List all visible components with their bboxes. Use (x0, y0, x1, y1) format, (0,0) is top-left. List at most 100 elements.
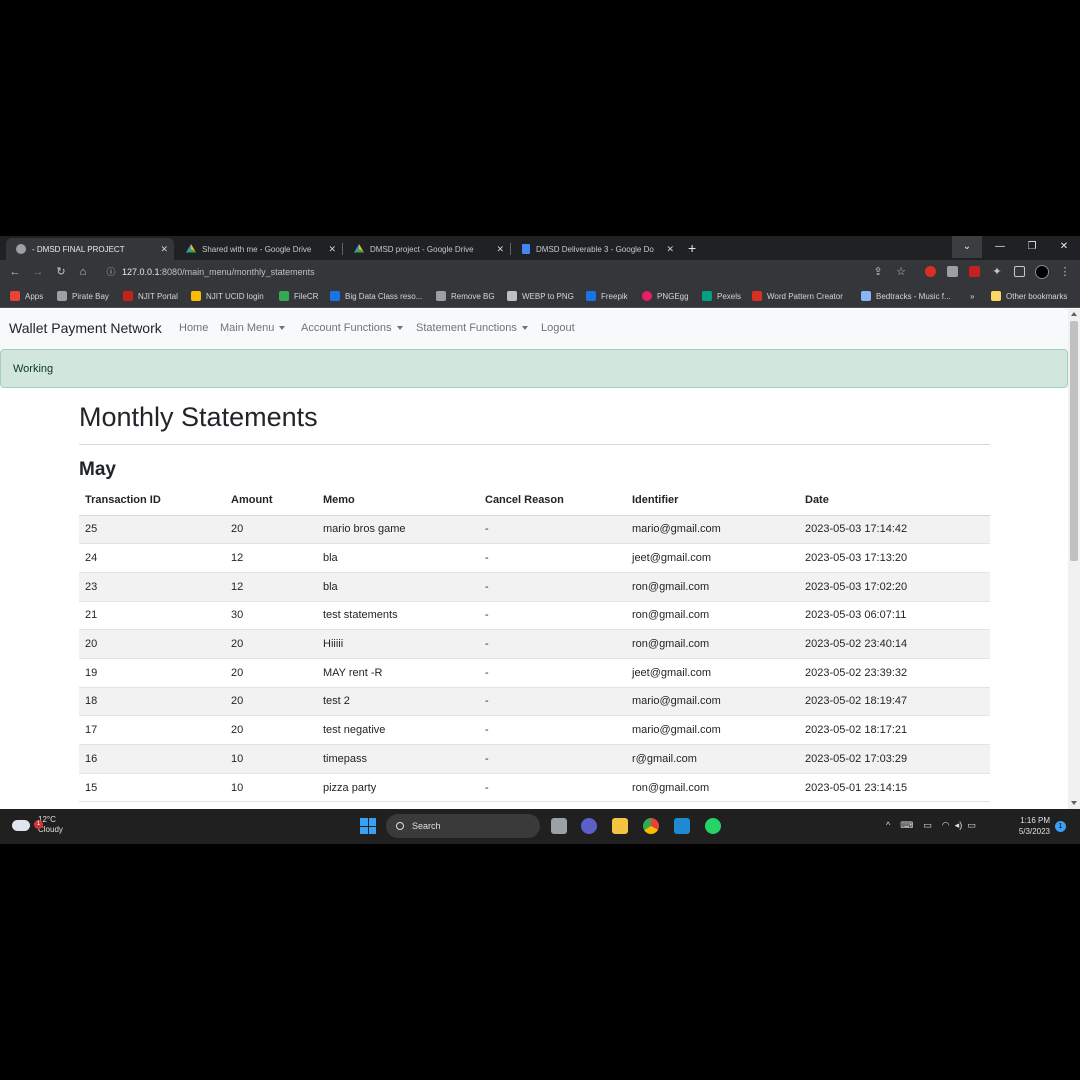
home-icon[interactable]: ⌂ (74, 263, 92, 281)
extension-icon[interactable] (925, 266, 936, 277)
task-view-icon[interactable] (551, 818, 567, 834)
tab-label: Shared with me - Google Drive (202, 244, 312, 254)
extensions-puzzle-icon[interactable]: ✦ (988, 263, 1006, 281)
vscode-icon[interactable] (674, 818, 690, 834)
file-explorer-icon[interactable] (612, 818, 628, 834)
close-icon[interactable]: ✕ (328, 244, 336, 255)
clock-date: 5/3/2023 (1018, 827, 1050, 836)
extension-icon[interactable] (969, 266, 980, 277)
nav-statement-functions-dropdown[interactable]: Statement Functions (416, 322, 528, 334)
system-tray[interactable]: ^ ⌨ ▭ ◠ ◂) ▭ (886, 820, 976, 831)
side-panel-icon[interactable] (1014, 266, 1025, 277)
tab-dmsd-deliverable[interactable]: DMSD Deliverable 3 - Google Do ✕ (512, 238, 680, 260)
minimize-button[interactable]: — (984, 236, 1016, 258)
bookmark-big-data[interactable]: Big Data Class reso... (330, 289, 422, 303)
chrome-icon[interactable] (643, 818, 659, 834)
keyboard-icon[interactable]: ⌨ (900, 820, 913, 830)
navbar-brand[interactable]: Wallet Payment Network (9, 320, 162, 336)
bookmark-label: Apps (25, 291, 44, 301)
volume-icon[interactable]: ◂) (955, 820, 963, 830)
bookmark-label: Bedtracks - Music f... (876, 291, 951, 301)
table-cell: - (479, 572, 626, 602)
close-icon[interactable]: ✕ (496, 244, 504, 255)
nav-main-menu-dropdown[interactable]: Main Menu (220, 322, 286, 334)
chevron-up-icon[interactable]: ^ (886, 820, 890, 830)
bookmark-apps[interactable]: Apps (10, 289, 43, 303)
table-header-row: Transaction ID Amount Memo Cancel Reason… (79, 486, 990, 516)
back-icon[interactable]: ← (6, 263, 24, 281)
browser-toolbar: ← → ↻ ⌂ ⓘ 127.0.0.1:8080/main_menu/month… (0, 260, 1080, 284)
table-cell: 2023-05-03 06:07:11 (799, 601, 990, 631)
bookmark-pirate-bay[interactable]: Pirate Bay (57, 289, 109, 303)
table-cell: ron@gmail.com (626, 572, 799, 602)
bookmark-njit-portal[interactable]: NJIT Portal (123, 289, 178, 303)
address-bar[interactable]: 127.0.0.1:8080/main_menu/monthly_stateme… (100, 263, 920, 281)
taskbar-search[interactable]: Search (386, 814, 540, 838)
teams-chat-icon[interactable] (581, 818, 597, 834)
divider (79, 444, 990, 445)
bookmark-star-icon[interactable]: ☆ (892, 263, 910, 281)
bookmark-other[interactable]: Other bookmarks (991, 289, 1067, 303)
bookmark-bedtracks[interactable]: Bedtracks - Music f... (861, 289, 951, 303)
more-bookmarks-button[interactable]: » (970, 289, 974, 303)
bookmark-pexels[interactable]: Pexels (702, 289, 741, 303)
page-scrollbar[interactable] (1068, 309, 1080, 809)
table-cell: MAY rent -R (317, 658, 479, 688)
taskbar-clock[interactable]: 1:16 PM 5/3/2023 (1006, 815, 1050, 837)
table-cell: 20 (225, 715, 317, 745)
close-icon[interactable]: ✕ (666, 244, 674, 255)
bookmark-filecr[interactable]: FileCR (279, 289, 318, 303)
new-tab-button[interactable]: + (688, 239, 702, 257)
bookmark-label: WEBP to PNG (522, 291, 574, 301)
scroll-up-icon[interactable] (1071, 312, 1077, 316)
table-cell: - (479, 658, 626, 688)
pirate-bay-icon (57, 291, 67, 301)
restore-button[interactable]: ❐ (1016, 236, 1048, 258)
caret-down-icon (279, 326, 286, 331)
column-header: Memo (317, 486, 479, 516)
tab-shared-with-me[interactable]: Shared with me - Google Drive ✕ (176, 238, 342, 260)
table-cell: 17 (79, 715, 225, 745)
bookmark-pngegg[interactable]: PNGEgg (642, 289, 689, 303)
display-icon[interactable]: ▭ (923, 820, 932, 830)
tab-search-button[interactable]: ⌄ (952, 236, 982, 258)
scroll-down-icon[interactable] (1071, 801, 1077, 805)
table-cell: pizza party (317, 773, 479, 803)
nav-home[interactable]: Home (179, 322, 208, 334)
page-title: Monthly Statements (79, 402, 318, 432)
scrollbar-thumb[interactable] (1070, 321, 1078, 561)
windows-start-icon[interactable] (360, 818, 376, 834)
weather-widget[interactable]: 1 12°C Cloudy (12, 815, 63, 835)
whatsapp-icon[interactable] (705, 818, 721, 834)
search-label: Search (412, 821, 441, 831)
close-icon[interactable]: ✕ (160, 244, 168, 255)
table-cell: 2023-05-01 23:14:15 (799, 773, 990, 803)
close-window-button[interactable]: ✕ (1048, 236, 1080, 258)
bookmark-word-pattern[interactable]: Word Pattern Creator (752, 289, 843, 303)
notification-badge[interactable]: 1 (1055, 821, 1066, 832)
tab-dmsd-project[interactable]: DMSD project - Google Drive ✕ (344, 238, 510, 260)
table-row: 17 20 test negative - mario@gmail.com 2023-05… (79, 715, 990, 745)
table-cell: 24 (79, 543, 225, 573)
reload-icon[interactable]: ↻ (52, 263, 70, 281)
menu-kebab-icon[interactable]: ⋮ (1056, 263, 1074, 281)
bookmark-webp-to-png[interactable]: WEBP to PNG (507, 289, 574, 303)
wifi-icon[interactable]: ◠ (942, 820, 950, 830)
profile-avatar[interactable] (1035, 265, 1049, 279)
bookmark-freepik[interactable]: Freepik (586, 289, 628, 303)
nav-account-functions-dropdown[interactable]: Account Functions (301, 322, 403, 334)
table-cell: 20 (225, 687, 317, 717)
bookmark-remove-bg[interactable]: Remove BG (436, 289, 495, 303)
bookmarks-bar: Apps Pirate Bay NJIT Portal NJIT UCID lo… (0, 284, 1080, 308)
bookmark-njit-ucid[interactable]: NJIT UCID login (191, 289, 264, 303)
search-icon (396, 822, 404, 830)
share-icon[interactable]: ⇪ (869, 263, 887, 281)
extension-icon[interactable] (947, 266, 958, 277)
table-cell: 12 (225, 572, 317, 602)
forward-icon[interactable]: → (29, 263, 47, 281)
word-pattern-icon (752, 291, 762, 301)
nav-logout[interactable]: Logout (541, 322, 575, 334)
tab-dmsd-final-project[interactable]: - DMSD FINAL PROJECT ✕ (6, 238, 174, 260)
battery-icon[interactable]: ▭ (967, 820, 976, 830)
filecr-icon (279, 291, 289, 301)
